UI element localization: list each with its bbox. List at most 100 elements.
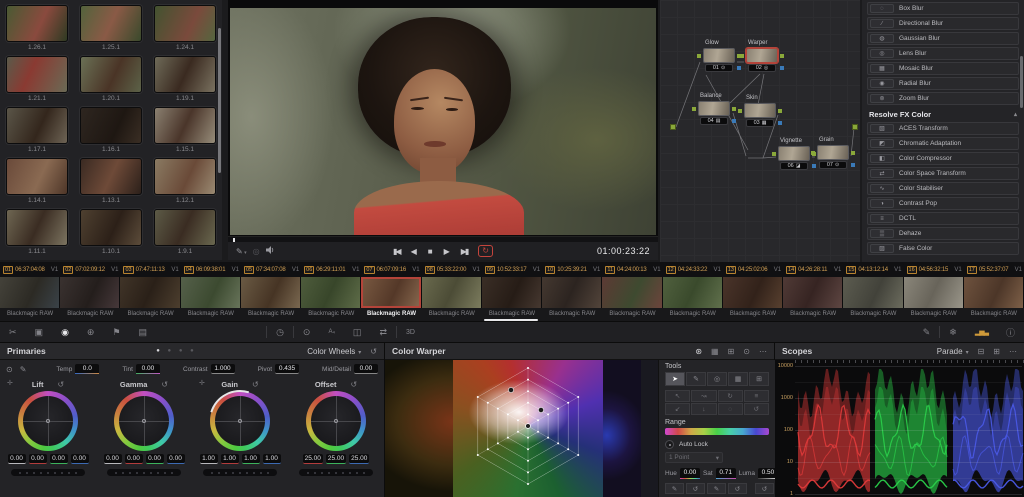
- node-input-port[interactable]: [811, 151, 815, 155]
- wheel-value[interactable]: 25.00: [349, 454, 369, 464]
- wheel-value[interactable]: 0.00: [146, 454, 164, 464]
- warp-mode-icon[interactable]: ◌: [718, 403, 743, 415]
- master-wheel-slider[interactable]: [11, 469, 86, 476]
- gallery-thumbnail[interactable]: [80, 107, 142, 144]
- point-mode-dropdown[interactable]: 1 Point▾: [665, 452, 723, 463]
- clip-codec-cell[interactable]: Blackmagic RAW: [482, 308, 542, 321]
- hsl-value[interactable]: 0.71: [716, 468, 736, 479]
- warp-mode-icon[interactable]: ↻: [718, 390, 743, 402]
- wheel-reset-icon[interactable]: ↺: [161, 380, 168, 389]
- effect-item[interactable]: ◍Gaussian Blur: [867, 32, 1019, 45]
- effect-item[interactable]: ◑Contrast Pop: [867, 197, 1019, 210]
- effect-item[interactable]: ◎Lens Blur: [867, 47, 1019, 60]
- effect-item[interactable]: ∕Directional Blur: [867, 17, 1019, 30]
- effect-item[interactable]: ⇄Color Space Transform: [867, 167, 1019, 180]
- master-wheel-slider[interactable]: [203, 469, 278, 476]
- gallery-item[interactable]: 1.17.1: [0, 107, 74, 158]
- timeline-clip-thumbnail[interactable]: [181, 277, 241, 308]
- effect-item[interactable]: ▧ACES Transform: [867, 122, 1019, 135]
- node-mask-port[interactable]: [780, 66, 784, 70]
- gallery-item[interactable]: 1.26.1: [0, 5, 74, 56]
- param-value[interactable]: 0.00: [136, 364, 160, 374]
- sat-picker-icon[interactable]: ✎: [707, 483, 726, 494]
- param-value[interactable]: 0.00: [354, 364, 378, 374]
- more-options-icon[interactable]: ⋯: [759, 347, 767, 356]
- gallery-thumbnail[interactable]: [154, 158, 216, 195]
- timeline-clip-header[interactable]: 1304:25:02:06V1: [723, 262, 783, 277]
- gallery-item[interactable]: 1.24.1: [148, 5, 222, 56]
- gallery-item[interactable]: 1.19.1: [148, 56, 222, 107]
- wheel-center-dot[interactable]: [334, 419, 338, 423]
- wheel-value[interactable]: 0.00: [50, 454, 68, 464]
- wheel-reset-icon[interactable]: ↺: [57, 380, 64, 389]
- timeline-clip-thumbnail[interactable]: [241, 277, 301, 308]
- draw-tool[interactable]: ✎: [686, 372, 706, 386]
- node-output-port[interactable]: [851, 151, 855, 155]
- node-output-port[interactable]: [780, 54, 784, 58]
- node-output-port[interactable]: [732, 107, 736, 111]
- timeline-clip-header[interactable]: 1010:25:39:21V1: [542, 262, 602, 277]
- clip-codec-cell[interactable]: Blackmagic RAW: [663, 308, 723, 321]
- gallery-thumbnail[interactable]: [80, 56, 142, 93]
- gallery-item[interactable]: 1.25.1: [74, 5, 148, 56]
- luma-reset-icon[interactable]: ↺: [755, 483, 774, 494]
- wheel-mode-dropdown[interactable]: Color Wheels▾: [307, 347, 361, 356]
- warp-mode-icon[interactable]: ↓: [691, 403, 716, 415]
- timeline-clip-thumbnail[interactable]: [120, 277, 180, 308]
- ab-compare-icon[interactable]: A₄: [328, 329, 334, 335]
- node-balance[interactable]: Balance04▤: [698, 101, 730, 125]
- timeline-clip-header[interactable]: 0406:09:38:01V1: [181, 262, 241, 277]
- effect-item[interactable]: ⊚Zoom Blur: [867, 92, 1019, 105]
- timer-icon[interactable]: ◷: [276, 327, 284, 338]
- effects-section-header[interactable]: Resolve FX Color ▴: [867, 107, 1019, 122]
- node-input-port[interactable]: [740, 54, 744, 58]
- hue-range-bar[interactable]: [665, 428, 769, 435]
- timeline-clip-header[interactable]: 1104:24:00:13V1: [602, 262, 662, 277]
- collapse-icon[interactable]: ▴: [1014, 111, 1017, 118]
- stills-icon[interactable]: ▤: [139, 327, 148, 338]
- effect-item[interactable]: ◌Box Blur: [867, 2, 1019, 15]
- node-input-port[interactable]: [772, 152, 776, 156]
- warp-mode-icon[interactable]: ↝: [691, 390, 716, 402]
- reset-primaries-icon[interactable]: ↺: [370, 347, 377, 356]
- wheel-center-dot[interactable]: [142, 419, 146, 423]
- gallery-item[interactable]: 1.21.1: [0, 56, 74, 107]
- grab-still-icon[interactable]: ◎: [253, 247, 260, 256]
- master-wheel-slider[interactable]: [299, 469, 374, 476]
- wheel-mode-icon[interactable]: ✛: [199, 379, 205, 387]
- color-wheel[interactable]: [114, 391, 174, 451]
- clip-codec-cell[interactable]: Blackmagic RAW: [241, 308, 301, 321]
- settings-icon[interactable]: ⊙: [743, 347, 750, 356]
- wheel-value[interactable]: 1.00: [221, 454, 239, 464]
- timeline-clip-thumbnail[interactable]: [301, 277, 361, 308]
- clip-codec-cell[interactable]: Blackmagic RAW: [60, 308, 120, 321]
- param-value[interactable]: 1.000: [211, 364, 235, 374]
- timeline-clip-header[interactable]: 1705:52:37:07V1: [964, 262, 1024, 277]
- gallery-item[interactable]: 1.20.1: [74, 56, 148, 107]
- timeline-clip-header[interactable]: 0805:33:22:00V1: [422, 262, 482, 277]
- timeline-clip-header[interactable]: 0106:37:04:08V1: [0, 262, 60, 277]
- timeline-clip-thumbnail[interactable]: [482, 277, 542, 308]
- clip-codec-cell[interactable]: Blackmagic RAW: [120, 308, 180, 321]
- wheel-mode-icon[interactable]: ✛: [7, 379, 13, 387]
- param-value[interactable]: 0.435: [275, 364, 299, 374]
- wheel-value[interactable]: 0.00: [104, 454, 122, 464]
- annotate-pen-icon[interactable]: ✎ ▾: [236, 247, 247, 256]
- sat-reset-icon[interactable]: ↺: [728, 483, 747, 494]
- effect-item[interactable]: ≡DCTL: [867, 212, 1019, 225]
- source-input-node[interactable]: [670, 124, 676, 130]
- node-mask-port[interactable]: [778, 121, 782, 125]
- timeline-clip-thumbnail[interactable]: [361, 277, 421, 308]
- gallery-thumbnail[interactable]: [154, 56, 216, 93]
- node-skin[interactable]: Skin03▦: [744, 103, 776, 127]
- gallery-thumbnail[interactable]: [6, 209, 68, 246]
- node-output-port[interactable]: [778, 109, 782, 113]
- clip-codec-cell[interactable]: Blackmagic RAW: [723, 308, 783, 321]
- node-glow[interactable]: Glow01⊙: [703, 48, 735, 72]
- effect-item[interactable]: ◧Color Compressor: [867, 152, 1019, 165]
- clip-codec-cell[interactable]: Blackmagic RAW: [542, 308, 602, 321]
- grid-tool[interactable]: ▦: [728, 372, 748, 386]
- histogram-icon[interactable]: ▂▅▃: [975, 328, 988, 336]
- wheel-value[interactable]: 0.00: [71, 454, 89, 464]
- clip-codec-cell[interactable]: Blackmagic RAW: [361, 308, 421, 321]
